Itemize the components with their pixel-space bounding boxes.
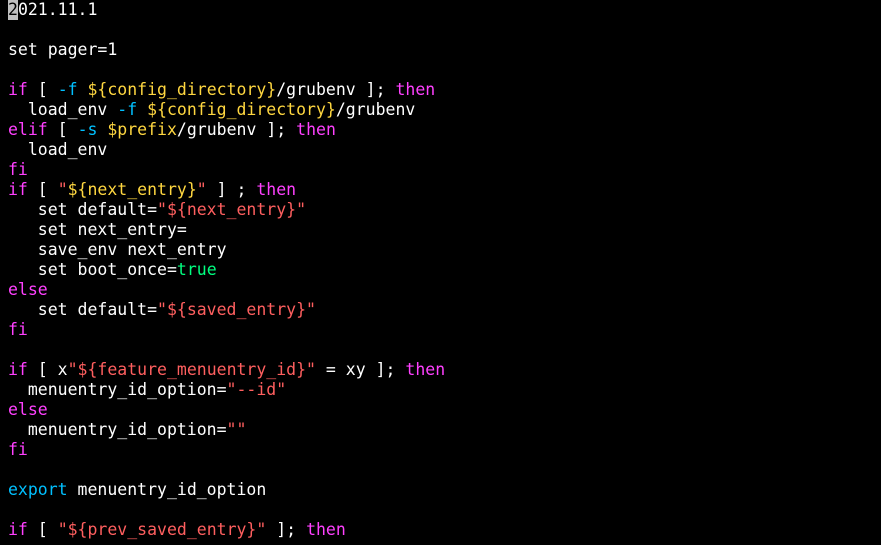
code-line: load_env (8, 140, 881, 160)
code-token: "" (226, 420, 247, 439)
code-token: " (196, 180, 207, 199)
code-token: set default= (8, 200, 158, 219)
code-token: else (8, 280, 48, 299)
code-token: /grubenv (335, 100, 416, 119)
code-token: " (57, 180, 68, 199)
code-line: elif [ -s $prefix/grubenv ]; then (8, 120, 881, 140)
code-token: ] ; (206, 180, 257, 199)
code-line: if [ -f ${config_directory}/grubenv ]; t… (8, 80, 881, 100)
code-token: [ (27, 180, 58, 199)
code-token: save_env next_entry (8, 240, 227, 259)
code-token: ${config_directory} (87, 80, 277, 99)
code-token: set default= (8, 300, 158, 319)
code-token: /grubenv ]; (176, 120, 297, 139)
code-token: else (8, 400, 48, 419)
code-token: menuentry_id_option= (8, 420, 227, 439)
code-token: if (8, 520, 28, 539)
code-line: menuentry_id_option="" (8, 420, 881, 440)
code-line: set default="${next_entry}" (8, 200, 881, 220)
code-line: else (8, 280, 881, 300)
code-line: menuentry_id_option="--id" (8, 380, 881, 400)
code-token: [ (27, 520, 58, 539)
code-token: then (395, 80, 436, 99)
code-token: if (8, 180, 28, 199)
code-token: then (296, 120, 336, 139)
code-token: if (8, 360, 28, 379)
code-token: ]; (266, 520, 307, 539)
code-token: fi (8, 440, 28, 459)
code-token: ${config_directory} (147, 100, 336, 119)
code-token: set next_entry= (8, 220, 187, 239)
code-line: set next_entry= (8, 220, 881, 240)
code-token: $prefix (107, 120, 177, 139)
code-token: then (405, 360, 446, 379)
code-token: true (176, 260, 217, 279)
code-token: then (306, 520, 346, 539)
code-line: export menuentry_id_option (8, 480, 881, 500)
code-token: set boot_once= (8, 260, 177, 279)
code-line: if [ x"${feature_menuentry_id}" = xy ]; … (8, 360, 881, 380)
code-token: fi (8, 320, 28, 339)
code-token: menuentry_id_option (67, 480, 267, 499)
code-token: fi (8, 160, 28, 179)
code-line: set boot_once=true (8, 260, 881, 280)
terminal-window[interactable]: 2021.11.1 set pager=1 if [ -f ${config_d… (0, 0, 881, 545)
code-token: menuentry_id_option= (8, 380, 227, 399)
code-token: "${saved_entry}" (157, 300, 316, 319)
code-line: 2021.11.1 (8, 0, 881, 20)
code-line: save_env next_entry (8, 240, 881, 260)
code-token: [ (47, 120, 78, 139)
code-token: = xy ]; (315, 360, 406, 379)
code-line: fi (8, 160, 881, 180)
code-line: set pager=1 (8, 40, 881, 60)
code-line: set default="${saved_entry}" (8, 300, 881, 320)
code-token: ${next_entry} (67, 180, 197, 199)
code-area[interactable]: 2021.11.1 set pager=1 if [ -f ${config_d… (8, 0, 881, 540)
code-token: -f (57, 80, 78, 99)
code-token: 021.11.1 (17, 0, 98, 19)
code-token: then (256, 180, 297, 199)
code-line: fi (8, 320, 881, 340)
code-token: [ (27, 80, 58, 99)
code-token: -f (117, 100, 138, 119)
code-token: load_env (8, 140, 108, 159)
code-token: elif (8, 120, 48, 139)
code-token: "${prev_saved_entry}" (57, 520, 267, 539)
code-line: if [ "${next_entry}" ] ; then (8, 180, 881, 200)
text-cursor: 2 (8, 0, 18, 20)
code-token: /grubenv ]; (276, 80, 396, 99)
code-line: else (8, 400, 881, 420)
code-token: "--id" (226, 380, 287, 399)
code-token: -s (77, 120, 98, 139)
code-token: [ x (27, 360, 68, 379)
code-token: "${feature_menuentry_id}" (67, 360, 316, 379)
code-line: if [ "${prev_saved_entry}" ]; then (8, 520, 881, 540)
code-token: load_env (8, 100, 118, 119)
code-line: load_env -f ${config_directory}/grubenv (8, 100, 881, 120)
code-token: "${next_entry}" (157, 200, 307, 219)
code-line: fi (8, 440, 881, 460)
code-token: set pager=1 (8, 40, 118, 59)
code-token: export (8, 480, 68, 499)
code-token: if (8, 80, 28, 99)
